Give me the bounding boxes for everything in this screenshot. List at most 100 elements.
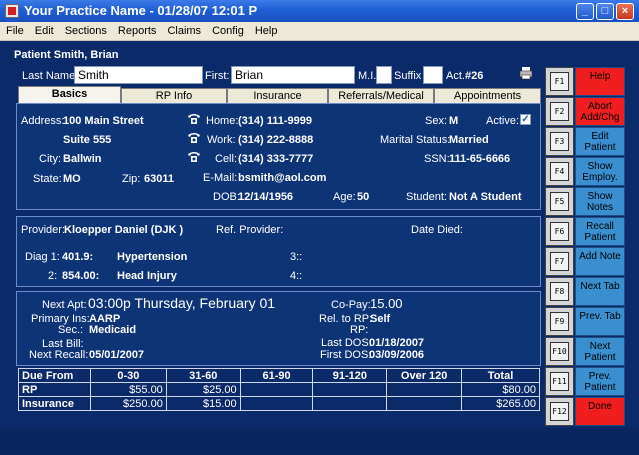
menu-reports[interactable]: Reports — [112, 22, 162, 37]
fkey-cap: F12 — [545, 397, 574, 426]
fkey-code: F3 — [550, 132, 569, 151]
diag-1-code: 401.9: — [62, 251, 94, 263]
email-value: bsmith@aol.com — [238, 172, 327, 184]
city-label: City: — [39, 153, 61, 165]
first-name-input[interactable]: Brian — [231, 66, 355, 84]
student-value: Not A Student — [449, 191, 522, 203]
fkey-cap: F9 — [545, 307, 574, 336]
mi-input[interactable] — [376, 66, 392, 84]
app-icon — [5, 4, 19, 18]
fkey-code: F4 — [550, 162, 569, 181]
ssn-label: SSN: — [424, 153, 450, 165]
fkey-f8-button[interactable]: F8 Next Tab — [545, 277, 625, 306]
fkey-code: F12 — [550, 402, 569, 421]
tab-rp-info[interactable]: RP Info — [121, 88, 227, 103]
marital-status-label: Marital Status: — [380, 134, 451, 146]
first-name-label: First: — [205, 70, 230, 82]
tab-referrals-medical[interactable]: Referrals/Medical — [328, 88, 434, 103]
minimize-button[interactable]: _ — [576, 3, 594, 20]
diag-4: 4:: — [290, 270, 303, 282]
fkey-f11-button[interactable]: F11 Prev. Patient — [545, 367, 625, 396]
menu-bar: File Edit Sections Reports Claims Config Help — [0, 22, 639, 41]
fkey-cap: F6 — [545, 217, 574, 246]
fkey-f6-button[interactable]: F6 Recall Patient — [545, 217, 625, 246]
fkey-label: Next Tab — [575, 277, 625, 306]
fkey-cap: F7 — [545, 247, 574, 276]
provider-label: Provider: — [21, 224, 66, 236]
suffix-input[interactable] — [423, 66, 443, 84]
fkey-f4-button[interactable]: F4 Show Employ. — [545, 157, 625, 186]
fkey-f5-button[interactable]: F5 Show Notes — [545, 187, 625, 216]
aging-header-91-120: 91-120 — [312, 368, 388, 383]
fkey-f3-button[interactable]: F3 Edit Patient — [545, 127, 625, 156]
menu-file[interactable]: File — [0, 22, 29, 37]
fkey-label: Add Note — [575, 247, 625, 276]
phone-icon — [187, 132, 201, 144]
menu-claims[interactable]: Claims — [161, 22, 206, 37]
cell-phone-label: Cell: — [215, 153, 238, 165]
aging-cell — [239, 382, 314, 397]
fkey-cap: F2 — [545, 97, 574, 126]
active-checkbox[interactable]: ✓ — [520, 114, 531, 125]
maximize-button[interactable]: □ — [596, 3, 614, 20]
tab-appointments[interactable]: Appointments — [434, 88, 541, 103]
phone-icon — [187, 151, 201, 163]
first-dos-label: First DOS: — [320, 349, 372, 361]
last-dos-label: Last DOS: — [321, 337, 372, 349]
aging-cell: $15.00 — [165, 396, 241, 411]
tab-insurance[interactable]: Insurance — [227, 88, 328, 103]
next-appointment-value: 03:00p Thursday, February 01 — [88, 295, 276, 311]
mi-label: M.I. — [358, 70, 377, 82]
menu-edit[interactable]: Edit — [29, 22, 59, 37]
aging-cell — [312, 382, 388, 397]
window-title: Your Practice Name - 01/28/07 12:01 P — [24, 3, 258, 18]
aging-header-due-from: Due From — [18, 368, 91, 383]
active-label: Active: — [486, 115, 520, 127]
aging-cell: $265.00 — [461, 396, 540, 411]
menu-sections[interactable]: Sections — [59, 22, 112, 37]
work-phone-label: Work: — [207, 134, 236, 146]
rp-label: RP: — [350, 324, 369, 336]
aging-row-label: RP — [18, 382, 91, 397]
fkey-code: F9 — [550, 312, 569, 331]
fkey-label: Next Patient — [575, 337, 625, 366]
aging-cell — [239, 396, 314, 411]
close-button[interactable]: × — [616, 3, 634, 20]
fkey-f2-button[interactable]: F2 Abort Add/Chg — [545, 97, 625, 126]
aging-cell — [386, 382, 463, 397]
work-phone-value: (314) 222-8888 — [238, 134, 314, 146]
aging-header-0-30: 0-30 — [89, 368, 167, 383]
fkey-label: Help — [575, 67, 625, 96]
aging-table: Due From 0-30 31-60 61-90 91-120 Over 12… — [18, 368, 540, 411]
fkey-f9-button[interactable]: F9 Prev. Tab — [545, 307, 625, 336]
aging-cell: $55.00 — [89, 382, 167, 397]
rel-to-rp-value: Self — [370, 313, 391, 325]
diag-2-label: 2: — [48, 270, 58, 282]
account-number: #26 — [464, 70, 484, 82]
aging-cell: $80.00 — [461, 382, 540, 397]
copay-value: 15.00 — [370, 296, 403, 311]
ref-provider-label: Ref. Provider: — [216, 224, 284, 236]
state-label: State: — [33, 173, 62, 185]
fkey-code: F8 — [550, 282, 569, 301]
menu-config[interactable]: Config — [206, 22, 249, 37]
account-label: Act.#26 — [446, 70, 483, 82]
email-label: E-Mail: — [203, 172, 238, 184]
fkey-f7-button[interactable]: F7 Add Note — [545, 247, 625, 276]
next-appointment-label: Next Apt: — [42, 299, 87, 311]
function-key-panel: F1 Help F2 Abort Add/Chg F3 Edit Patient F4 Sho… — [545, 67, 627, 427]
provider-value: Kloepper Daniel (DJK ) — [64, 224, 184, 236]
aging-header-over-120: Over 120 — [386, 368, 463, 383]
printer-icon[interactable] — [519, 66, 533, 80]
copay-label: Co-Pay: — [331, 299, 371, 311]
secondary-insurance-value: Medicaid — [89, 324, 137, 336]
tab-basics[interactable]: Basics — [18, 86, 121, 104]
last-name-input[interactable]: Smith — [74, 66, 203, 84]
fkey-f10-button[interactable]: F10 Next Patient — [545, 337, 625, 366]
fkey-f12-button[interactable]: F12 Done — [545, 397, 625, 426]
fkey-cap: F10 — [545, 337, 574, 366]
menu-help[interactable]: Help — [249, 22, 283, 37]
table-row: Insurance $250.00 $15.00 $265.00 — [18, 396, 540, 411]
diag-3: 3:: — [290, 251, 303, 263]
fkey-f1-button[interactable]: F1 Help — [545, 67, 625, 96]
